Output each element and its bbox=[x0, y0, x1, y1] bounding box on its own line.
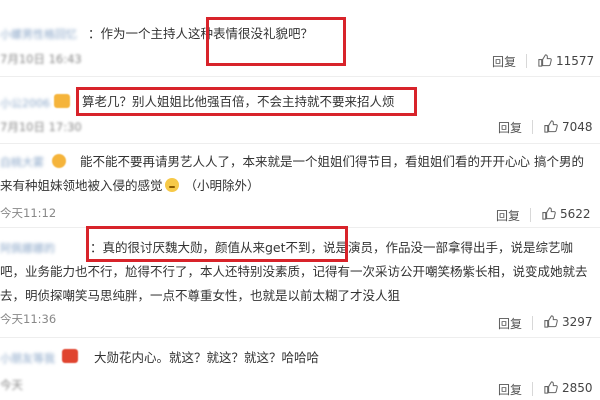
commenter-name[interactable]: 小朋友等我 bbox=[0, 350, 55, 365]
comment-text-line1: ：真的很讨厌魏大勋，颜值从来get不到，说是演员，作品没一部拿得出手，说是综艺咖 bbox=[90, 240, 574, 255]
comment-item: 小朋友等我 大勋花内心。就这？就这？就这？哈哈哈 今天 回复 2850 bbox=[0, 337, 600, 400]
divider bbox=[530, 208, 531, 222]
reply-button[interactable]: 回复 bbox=[496, 207, 520, 224]
divider bbox=[532, 120, 533, 134]
comment-text-line2: 吧，业务能力也不行，尬得不行了，本人还特别没素质，记得有一次采访公开嘲笑杨紫长相… bbox=[0, 264, 588, 279]
thumbs-up-icon bbox=[544, 381, 558, 394]
thumbs-up-icon bbox=[538, 54, 552, 67]
reply-button[interactable]: 回复 bbox=[498, 315, 522, 332]
comment-text-line1: 能不能不要再请男艺人人了，本来就是一个姐姐们得节目，看姐姐们看的开开心心 搞个男… bbox=[80, 154, 584, 169]
like-button[interactable]: 3297 bbox=[543, 314, 593, 329]
comment-text-line2-main: 来有种姐妹领地被入侵的感觉 bbox=[0, 178, 163, 193]
like-count: 11577 bbox=[556, 53, 595, 68]
thumbs-up-icon bbox=[544, 315, 558, 328]
comment-text: 大勋花内心。就这？就这？就这？哈哈哈 bbox=[94, 350, 320, 365]
comment-item: 阿佩娜娜的 ：真的很讨厌魏大勋，颜值从来get不到，说是演员，作品没一部拿得出手… bbox=[0, 227, 600, 337]
comment-item: 小螺男性格回忆 ：作为一个主持人这种表情很没礼貌吧？ 7月10日 16:43 回… bbox=[0, 0, 600, 72]
thumbs-up-icon bbox=[544, 120, 558, 133]
smiley-emoji-icon bbox=[164, 178, 179, 192]
commenter-name[interactable]: 小螺男性格回忆 bbox=[0, 26, 80, 41]
comment-item: 白桃大雾 能不能不要再请男艺人人了，本来就是一个姐姐们得节目，看姐姐们看的开开心… bbox=[0, 143, 600, 227]
like-count: 7048 bbox=[562, 119, 593, 134]
vip-badge-icon bbox=[62, 349, 78, 363]
reply-button[interactable]: 回复 bbox=[498, 381, 522, 398]
comment-text: ：作为一个主持人这种表情很没礼貌吧？ bbox=[88, 26, 314, 41]
comment-text-line2-tail: （小明除外） bbox=[184, 178, 260, 193]
comment-text: 算老几？别人姐姐比他强百倍，不会主持就不要来招人烦 bbox=[82, 94, 395, 109]
like-button[interactable]: 11577 bbox=[537, 53, 594, 68]
comment-time: 7月10日 16:43 bbox=[0, 52, 82, 66]
divider bbox=[532, 316, 533, 330]
thumbs-up-icon bbox=[542, 207, 556, 220]
vip-badge-icon bbox=[52, 154, 66, 168]
like-button[interactable]: 2850 bbox=[543, 380, 593, 395]
divider bbox=[526, 54, 527, 68]
divider bbox=[532, 382, 533, 396]
like-button[interactable]: 7048 bbox=[543, 119, 593, 134]
commenter-name[interactable]: 白桃大雾 bbox=[0, 154, 50, 169]
like-count: 3297 bbox=[562, 314, 593, 329]
comment-time: 7月10日 17:30 bbox=[0, 120, 82, 134]
vip-badge-icon bbox=[54, 94, 70, 108]
like-button[interactable]: 5622 bbox=[541, 206, 591, 221]
commenter-name[interactable]: 阿佩娜娜的 bbox=[0, 240, 78, 255]
commenter-name[interactable]: 小公2006 bbox=[0, 95, 50, 110]
comment-text-line3: 去，明侦探嘲笑马思纯胖，一点不尊重女性，也就是以前太糊了才没人狙 bbox=[0, 288, 401, 303]
like-count: 5622 bbox=[560, 206, 591, 221]
reply-button[interactable]: 回复 bbox=[498, 119, 522, 136]
comment-time: 今天11:36 bbox=[0, 312, 57, 326]
comment-text-line2: 来有种姐妹领地被入侵的感觉 （小明除外） bbox=[0, 175, 592, 196]
comment-item: 小公2006 算老几？别人姐姐比他强百倍，不会主持就不要来招人烦 7月10日 1… bbox=[0, 76, 600, 140]
comment-time: 今天 bbox=[0, 378, 23, 392]
reply-button[interactable]: 回复 bbox=[492, 53, 516, 70]
comment-time: 今天11:12 bbox=[0, 206, 57, 220]
like-count: 2850 bbox=[562, 380, 593, 395]
